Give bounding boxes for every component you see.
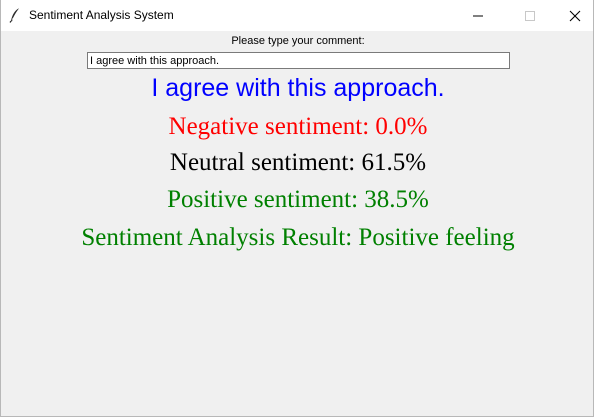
close-button[interactable] [552,0,594,31]
title-bar[interactable]: Sentiment Analysis System [1,0,593,31]
comment-prompt-label: Please type your comment: [231,35,365,47]
sentiment-result-text: Sentiment Analysis Result: Positive feel… [81,224,515,251]
close-icon [569,10,581,22]
comment-input[interactable] [87,52,510,69]
maximize-icon [525,11,535,21]
minimize-icon [473,15,483,17]
maximize-button[interactable] [507,0,553,31]
minimize-button[interactable] [455,0,501,31]
positive-sentiment-text: Positive sentiment: 38.5% [167,186,429,213]
window-title: Sentiment Analysis System [29,8,174,22]
negative-sentiment-text: Negative sentiment: 0.0% [168,113,428,140]
feather-icon [9,7,21,23]
comment-echo-text: I agree with this approach. [151,74,445,102]
app-window: Sentiment Analysis System Please type yo… [0,0,594,417]
neutral-sentiment-text: Neutral sentiment: 61.5% [169,149,427,176]
